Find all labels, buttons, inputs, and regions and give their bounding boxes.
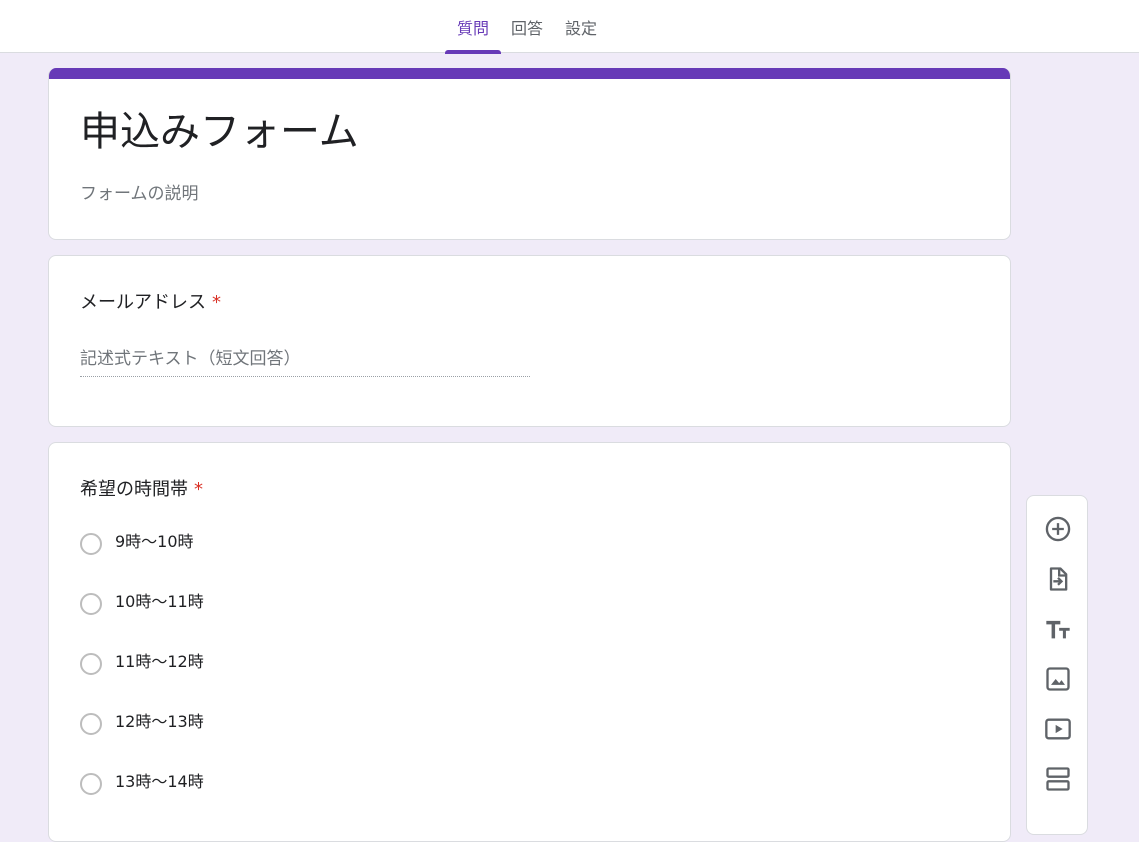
form-title[interactable]: 申込みフォーム (80, 104, 359, 160)
import-questions-icon (1049, 567, 1068, 591)
question-title-text: メールアドレス (80, 292, 206, 313)
accent-stripe (49, 68, 1010, 79)
option-item[interactable]: 11時～12時 (80, 651, 204, 711)
add-title-button[interactable] (1043, 614, 1073, 644)
tab-settings[interactable]: 設定 (553, 0, 609, 53)
option-label: 9時～10時 (115, 532, 194, 551)
add-image-button[interactable] (1043, 664, 1073, 694)
top-bar: 質問 回答 設定 (0, 0, 1139, 54)
add-video-icon (1045, 718, 1071, 740)
radio-button[interactable] (80, 593, 102, 615)
form-description-field[interactable]: フォームの説明 (80, 179, 199, 204)
option-item[interactable]: 9時～10時 (80, 531, 204, 591)
radio-button[interactable] (80, 653, 102, 675)
question-title: メールアドレス * (80, 288, 221, 314)
question-card-time-slot[interactable]: 希望の時間帯 * 9時～10時 10時～11時 11時～12時 12時～13時 1… (48, 442, 1011, 842)
short-answer-field: 記述式テキスト（短文回答） (80, 344, 530, 377)
option-label: 13時～14時 (115, 772, 204, 791)
import-questions-button[interactable] (1043, 564, 1073, 594)
tab-questions[interactable]: 質問 (445, 0, 502, 54)
options-list: 9時～10時 10時～11時 11時～12時 12時～13時 13時～14時 (80, 531, 204, 831)
add-section-button[interactable] (1043, 764, 1073, 794)
required-asterisk: * (194, 479, 203, 500)
option-label: 12時～13時 (115, 712, 204, 731)
question-title-text: 希望の時間帯 (80, 479, 188, 500)
add-question-button[interactable] (1043, 514, 1073, 544)
question-card-email[interactable]: メールアドレス * 記述式テキスト（短文回答） (48, 255, 1011, 427)
tab-responses[interactable]: 回答 (499, 0, 555, 53)
required-asterisk: * (212, 292, 221, 313)
option-item[interactable]: 10時～11時 (80, 591, 204, 651)
add-video-button[interactable] (1043, 714, 1073, 744)
form-title-card: 申込みフォーム フォームの説明 (48, 68, 1011, 240)
tab-bar: 質問 回答 設定 (445, 0, 609, 54)
question-title: 希望の時間帯 * (80, 475, 203, 501)
option-label: 10時～11時 (115, 592, 204, 611)
add-image-icon (1046, 667, 1070, 691)
add-question-icon (1045, 516, 1071, 542)
add-title-icon (1046, 620, 1070, 639)
option-item[interactable]: 13時～14時 (80, 771, 204, 831)
floating-toolbar (1026, 495, 1088, 835)
option-label: 11時～12時 (115, 652, 204, 671)
radio-button[interactable] (80, 713, 102, 735)
radio-button[interactable] (80, 533, 102, 555)
radio-button[interactable] (80, 773, 102, 795)
option-item[interactable]: 12時～13時 (80, 711, 204, 771)
add-section-icon (1046, 767, 1070, 791)
